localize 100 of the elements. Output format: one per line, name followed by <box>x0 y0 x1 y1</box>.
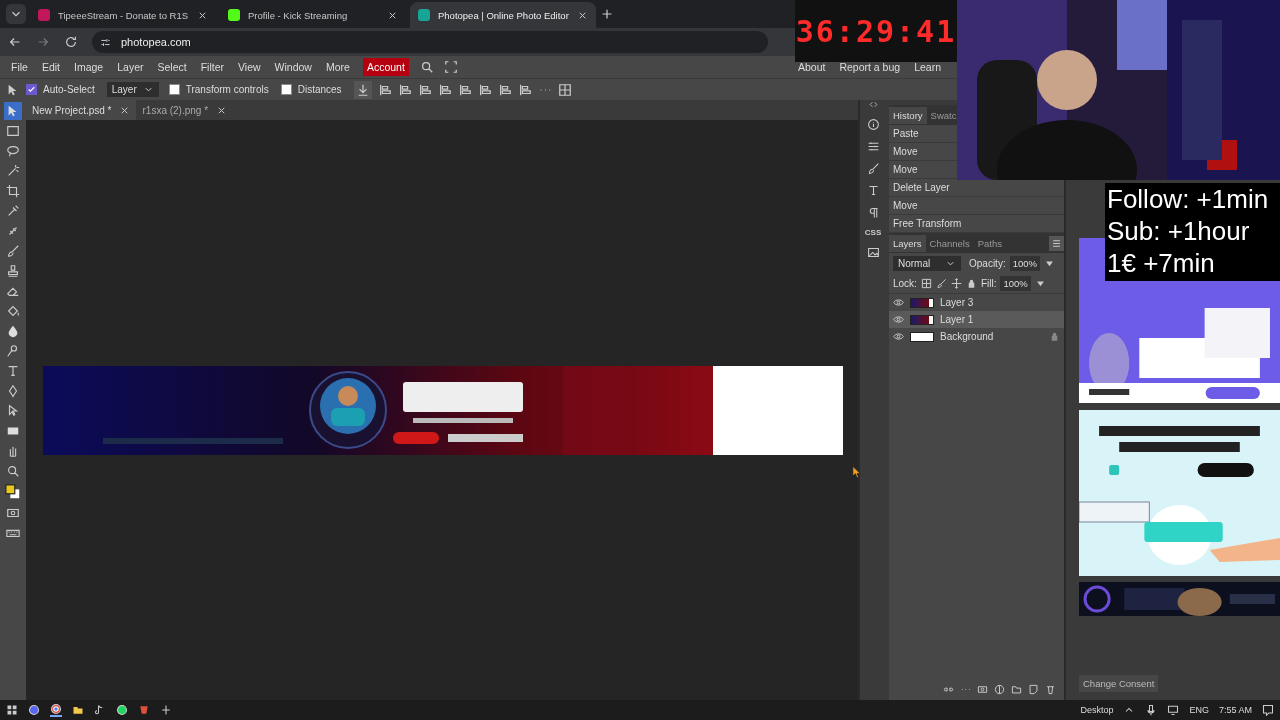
menu-item[interactable]: Edit <box>34 61 67 73</box>
menu-item[interactable]: Select <box>150 61 194 73</box>
eye-icon[interactable] <box>893 314 904 325</box>
menu-item[interactable]: Image <box>67 61 111 73</box>
search-icon[interactable] <box>419 60 434 74</box>
browser-tab[interactable]: Profile - Kick Streaming <box>220 2 406 28</box>
brush-icon[interactable] <box>935 277 947 289</box>
opacity-field[interactable]: 100% <box>1009 255 1040 271</box>
mask-icon[interactable] <box>977 684 988 695</box>
lasso-icon[interactable] <box>6 144 20 158</box>
language-indicator[interactable]: ENG <box>1189 705 1209 715</box>
align-icon[interactable] <box>497 82 512 97</box>
forward-icon[interactable] <box>36 35 50 49</box>
panel-tab[interactable]: Channels <box>925 234 974 252</box>
drop-icon[interactable] <box>6 324 20 338</box>
grid-icon[interactable] <box>557 82 572 97</box>
panel-tab[interactable]: Layers <box>889 234 926 252</box>
site-settings-icon[interactable] <box>100 36 111 48</box>
browser-tab[interactable]: TipeeeStream - Donate to R1S <box>30 2 216 28</box>
app-icon[interactable] <box>28 704 40 716</box>
character-icon[interactable] <box>866 184 880 197</box>
move-icon[interactable] <box>950 277 962 289</box>
layer-row[interactable]: Background <box>889 328 1064 345</box>
crop-icon[interactable] <box>6 184 20 198</box>
new-tab-icon[interactable] <box>600 7 614 21</box>
document-tab[interactable]: r1sxa (2).png * <box>136 100 234 120</box>
eye-icon[interactable] <box>893 331 904 342</box>
checkbox[interactable] <box>280 84 292 95</box>
address-field[interactable]: photopea.com <box>92 31 768 53</box>
menu-link[interactable]: Report a bug <box>832 61 908 73</box>
menu-item[interactable]: Filter <box>193 61 231 73</box>
eyedropper-icon[interactable] <box>6 204 20 218</box>
reload-icon[interactable] <box>64 35 78 49</box>
app-icon[interactable] <box>116 704 128 716</box>
wand-icon[interactable] <box>6 164 20 178</box>
align-icon[interactable] <box>377 82 392 97</box>
adjustment-icon[interactable] <box>994 684 1005 695</box>
layer-row[interactable]: Layer 1 <box>889 311 1064 328</box>
collapse-icon[interactable] <box>868 100 878 109</box>
brush-icon[interactable] <box>6 244 20 258</box>
target-dropdown[interactable]: Layer <box>106 82 159 97</box>
align-icon[interactable] <box>397 82 412 97</box>
network-icon[interactable] <box>1167 704 1180 716</box>
microphone-icon[interactable] <box>1145 704 1158 716</box>
pen-icon[interactable] <box>6 384 20 398</box>
align-icon[interactable] <box>457 82 472 97</box>
menu-icon[interactable] <box>1049 235 1064 251</box>
quick-mask-icon[interactable] <box>6 506 20 520</box>
history-item[interactable]: Move <box>893 146 918 157</box>
align-icon[interactable] <box>417 82 432 97</box>
align-icon[interactable] <box>477 82 492 97</box>
link-icon[interactable] <box>943 684 954 695</box>
panel-tab[interactable]: Paths <box>973 234 1006 252</box>
folder-icon[interactable] <box>1011 684 1022 695</box>
menu-item[interactable]: More <box>318 61 357 73</box>
panel-tab[interactable]: History <box>889 106 927 124</box>
menu-link[interactable]: About <box>790 61 833 73</box>
lock-transparency-icon[interactable] <box>920 277 932 289</box>
image-icon[interactable] <box>866 246 880 259</box>
change-consent-button[interactable]: Change Consent <box>1079 675 1159 692</box>
checkbox[interactable] <box>26 84 37 95</box>
align-icon[interactable] <box>437 82 452 97</box>
app-icon[interactable] <box>160 704 172 716</box>
account-button[interactable]: Account <box>362 58 409 76</box>
notification-icon[interactable] <box>1262 704 1274 716</box>
fullscreen-icon[interactable] <box>443 60 458 74</box>
folder-icon[interactable] <box>72 704 84 716</box>
layer-row[interactable]: Layer 3 <box>889 294 1064 311</box>
desktop-toolbar-label[interactable]: Desktop <box>1080 705 1114 715</box>
history-item[interactable]: Move <box>893 164 918 175</box>
color-swatches-icon[interactable] <box>5 484 21 500</box>
download-icon[interactable] <box>353 80 372 99</box>
checkbox[interactable] <box>168 84 180 95</box>
move-tool-icon[interactable] <box>6 104 20 118</box>
menu-item[interactable]: Layer <box>110 61 151 73</box>
bucket-icon[interactable] <box>6 304 20 318</box>
menu-item[interactable]: Window <box>267 61 319 73</box>
browser-icon[interactable] <box>50 703 62 717</box>
start-icon[interactable] <box>6 704 18 716</box>
fill-field[interactable]: 100% <box>1000 275 1031 291</box>
marquee-icon[interactable] <box>6 124 20 138</box>
stamp-icon[interactable] <box>6 264 20 278</box>
menu-item[interactable]: View <box>231 61 268 73</box>
clock[interactable]: 7:55 AM <box>1218 705 1252 715</box>
info-icon[interactable] <box>866 118 880 131</box>
align-icon[interactable] <box>517 82 532 97</box>
new-layer-icon[interactable] <box>1028 684 1039 695</box>
back-icon[interactable] <box>8 35 22 49</box>
menu-item[interactable]: File <box>4 61 35 73</box>
eye-icon[interactable] <box>893 297 904 308</box>
path-select-icon[interactable] <box>6 404 20 418</box>
trash-icon[interactable] <box>1045 684 1056 695</box>
history-item[interactable]: Move <box>893 200 918 211</box>
browser-tab[interactable]: Photopea | Online Photo Editor <box>410 2 596 28</box>
app-icon[interactable] <box>138 704 150 716</box>
panel-tab[interactable]: Swatc <box>926 106 961 124</box>
history-item[interactable]: Free Transform <box>893 218 962 229</box>
zoom-icon[interactable] <box>6 464 20 478</box>
text-tool-icon[interactable] <box>6 364 20 378</box>
menu-link[interactable]: Learn <box>907 61 948 73</box>
